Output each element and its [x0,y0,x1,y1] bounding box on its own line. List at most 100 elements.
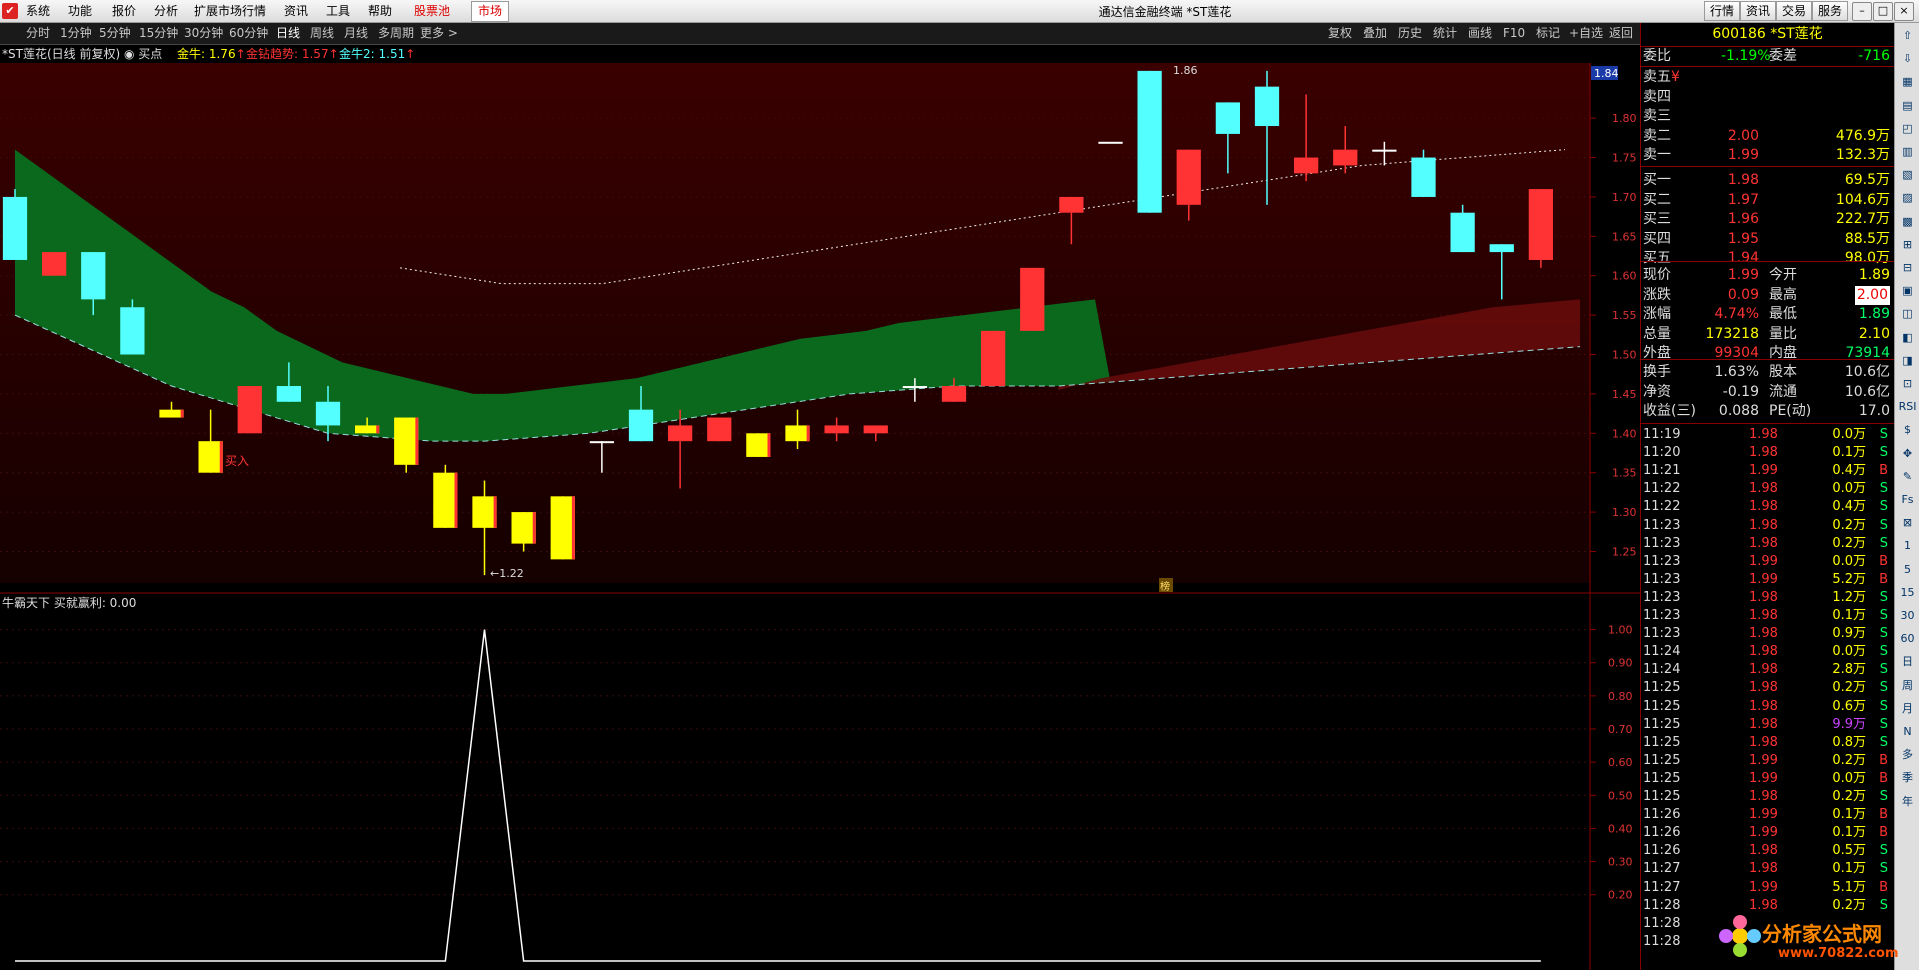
trade-button[interactable]: 交易 [1776,1,1813,21]
menu-news[interactable]: 资讯 [284,3,308,19]
tool-add-watch[interactable]: +自选 [1569,26,1603,41]
stat2-value-2: 10.6亿 [1844,383,1890,400]
period-monthly[interactable]: 月线 [344,26,368,41]
market-button[interactable]: 市场 [471,1,510,22]
sidebar-tool-13[interactable]: ◧ [1898,329,1917,347]
tool-draw[interactable]: 画线 [1468,26,1492,41]
sidebar-tool-12[interactable]: ◫ [1898,305,1917,323]
sidebar-tool-29[interactable]: 月 [1898,700,1917,718]
period-toolbar: 分时 1分钟 5分钟 15分钟 30分钟 60分钟 日线 周线 月线 多周期 更… [0,23,1640,45]
sidebar-tool-21[interactable]: ⊠ [1898,514,1917,532]
menu-analysis[interactable]: 分析 [154,3,178,19]
service-button[interactable]: 服务 [1812,1,1849,21]
kline-chart[interactable]: 1.80 1.75 1.70 1.65 1.60 1.55 1.50 1.45 1.40 1.35… [0,63,1640,970]
tick-side: S [1879,698,1888,714]
sidebar-tool-19[interactable]: ✎ [1898,468,1917,486]
sidebar-tool-15[interactable]: ⊡ [1898,375,1917,393]
buy-point-indicator[interactable]: ◉ 买点 [124,45,162,63]
sidebar-tool-11[interactable]: ▣ [1898,282,1917,300]
ask-price: ¥ [1671,69,1680,85]
period-30min[interactable]: 30分钟 [184,26,223,41]
sidebar-tool-1[interactable]: ⇩ [1898,50,1917,68]
sidebar-tool-17[interactable]: $ [1898,421,1917,439]
menu-system[interactable]: 系统 [26,3,50,19]
minimize-button[interactable]: – [1852,2,1872,21]
sidebar-tool-9[interactable]: ⊞ [1898,236,1917,254]
sidebar-tool-16[interactable]: RSI [1898,398,1917,416]
sidebar-tool-14[interactable]: ◨ [1898,352,1917,370]
sidebar-tool-22[interactable]: 1 [1898,537,1917,555]
sidebar-tool-0[interactable]: ⇧ [1898,27,1917,45]
sidebar-tool-20[interactable]: Fs [1898,491,1917,509]
quote-button[interactable]: 行情 [1704,1,1741,21]
sidebar-tool-23[interactable]: 5 [1898,561,1917,579]
sidebar-tool-26[interactable]: 60 [1898,630,1917,648]
stat-value: 4.74% [1714,306,1759,322]
sidebar-tool-18[interactable]: ✥ [1898,445,1917,463]
bid-price: 1.97 [1727,191,1759,208]
sidebar-tool-6[interactable]: ▧ [1898,166,1917,184]
tool-statistics[interactable]: 统计 [1433,26,1457,41]
sidebar-tool-30[interactable]: N [1898,723,1917,741]
candle-body [1372,149,1397,152]
sidebar-tool-24[interactable]: 15 [1898,584,1917,602]
sidebar-tool-33[interactable]: 年 [1898,793,1917,811]
stat-value-2: 2.10 [1858,325,1890,342]
close-button[interactable]: × [1894,2,1914,21]
tick-volume: 0.0万 [1832,644,1866,660]
menu-function[interactable]: 功能 [68,3,92,19]
sidebar-tool-28[interactable]: 周 [1898,677,1917,695]
menu-quote[interactable]: 报价 [112,3,136,19]
stat-label: 总量 [1643,325,1671,342]
stat-label-2: 内盘 [1769,345,1797,361]
tool-overlay[interactable]: 叠加 [1363,26,1387,41]
sidebar-tool-2[interactable]: ▦ [1898,73,1917,91]
tick-side: S [1879,644,1888,660]
sidebar-tool-10[interactable]: ⊟ [1898,259,1917,277]
candle-body [1098,141,1123,144]
period-intraday[interactable]: 分时 [26,26,50,41]
sidebar-tool-27[interactable]: 日 [1898,653,1917,671]
period-daily[interactable]: 日线 [276,26,300,41]
sidebar-tool-32[interactable]: 季 [1898,769,1917,787]
ask-label: 卖五 [1643,69,1671,85]
tool-mark[interactable]: 标记 [1536,26,1560,41]
tick-row: 11:25 1.98 0.6万 S [1641,698,1894,716]
tool-history[interactable]: 历史 [1398,26,1422,41]
tick-row: 11:22 1.98 0.0万 S [1641,480,1894,498]
sidebar-tool-5[interactable]: ▥ [1898,143,1917,161]
menu-help[interactable]: 帮助 [368,3,392,19]
news-button[interactable]: 资讯 [1740,1,1777,21]
menu-extended-market[interactable]: 扩展市场行情 [194,3,266,19]
ask-label: 卖四 [1643,88,1671,105]
tool-f10[interactable]: F10 [1503,26,1525,41]
menu-tools[interactable]: 工具 [326,3,350,19]
maximize-button[interactable]: □ [1873,2,1893,21]
sidebar-tool-25[interactable]: 30 [1898,607,1917,625]
period-15min[interactable]: 15分钟 [139,26,178,41]
candle-edge [571,496,575,560]
stat2-label-2: PE(动) [1769,403,1812,419]
menu-stock-pool[interactable]: 股票池 [414,3,450,19]
period-5min[interactable]: 5分钟 [99,26,131,41]
sidebar-tool-7[interactable]: ▨ [1898,189,1917,207]
candle-body [315,401,341,426]
tool-adjust[interactable]: 复权 [1328,26,1352,41]
sidebar-tool-31[interactable]: 多 [1898,746,1917,764]
tick-time: 11:25 [1643,734,1681,750]
period-60min[interactable]: 60分钟 [229,26,268,41]
period-more[interactable]: 更多 > [420,26,458,41]
tick-side: B [1879,571,1888,587]
period-1min[interactable]: 1分钟 [60,26,92,41]
period-weekly[interactable]: 周线 [310,26,334,41]
tool-back[interactable]: 返回 [1609,26,1633,41]
tick-side: S [1879,843,1888,859]
sidebar-tool-4[interactable]: ◰ [1898,120,1917,138]
tick-time: 11:25 [1643,770,1681,786]
sidebar-tool-8[interactable]: ▩ [1898,213,1917,231]
period-multi[interactable]: 多周期 [378,26,414,41]
candle-body [667,425,693,442]
price-tick-label: 1.55 [1612,309,1637,322]
sidebar-tool-3[interactable]: ▤ [1898,97,1917,115]
tick-side: S [1879,445,1888,461]
